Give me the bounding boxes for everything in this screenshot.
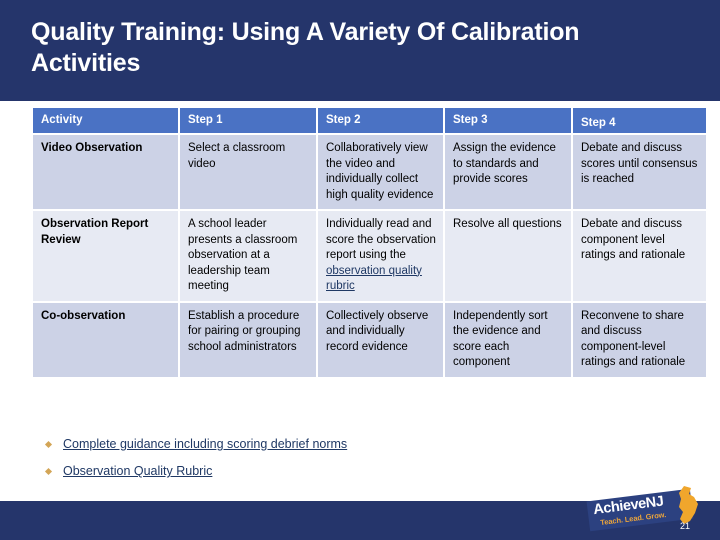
cell-activity-observation-report-review: Observation Report Review bbox=[33, 211, 180, 303]
column-header-step-2: Step 2 bbox=[318, 108, 445, 135]
list-item: Observation Quality Rubric bbox=[33, 463, 593, 479]
column-header-step-3: Step 3 bbox=[445, 108, 573, 135]
cell-row1-step2-text: Individually read and score the observat… bbox=[326, 218, 436, 261]
diamond-bullet-icon bbox=[44, 440, 53, 449]
column-header-activity: Activity bbox=[33, 108, 180, 135]
table-row: Co-observation Establish a procedure for… bbox=[33, 302, 706, 379]
cell-row2-step4: Reconvene to share and discuss component… bbox=[573, 302, 706, 379]
diamond-bullet-icon bbox=[44, 467, 53, 476]
cell-row2-step3: Independently sort the evidence and scor… bbox=[445, 302, 573, 379]
list-item: Complete guidance including scoring debr… bbox=[33, 436, 593, 452]
table-row: Observation Report Review A school leade… bbox=[33, 211, 706, 303]
cell-row0-step4: Debate and discuss scores until consensu… bbox=[573, 135, 706, 211]
observation-quality-rubric-bullet-link[interactable]: Observation Quality Rubric bbox=[63, 464, 212, 478]
cell-row1-step4: Debate and discuss component level ratin… bbox=[573, 211, 706, 303]
cell-activity-co-observation: Co-observation bbox=[33, 302, 180, 379]
cell-activity-video-observation: Video Observation bbox=[33, 135, 180, 211]
achievenj-logo: AchieveNJ Teach. Lead. Grow. 21 bbox=[586, 485, 706, 533]
cell-row1-step1: A school leader presents a classroom obs… bbox=[180, 211, 318, 303]
page-title: Quality Training: Using A Variety Of Cal… bbox=[31, 18, 580, 77]
observation-quality-rubric-link[interactable]: observation quality rubric bbox=[326, 265, 422, 293]
slide-number: 21 bbox=[680, 521, 691, 531]
cell-row0-step3: Assign the evidence to standards and pro… bbox=[445, 135, 573, 211]
cell-row0-step1: Select a classroom video bbox=[180, 135, 318, 211]
calibration-activities-table: Activity Step 1 Step 2 Step 3 Step 4 Vid… bbox=[33, 108, 706, 379]
cell-row1-step2: Individually read and score the observat… bbox=[318, 211, 445, 303]
title-banner: Quality Training: Using A Variety Of Cal… bbox=[0, 0, 720, 101]
cell-row2-step2: Collectively observe and individually re… bbox=[318, 302, 445, 379]
complete-guidance-link[interactable]: Complete guidance including scoring debr… bbox=[63, 437, 347, 451]
column-header-step-1: Step 1 bbox=[180, 108, 318, 135]
table-row: Video Observation Select a classroom vid… bbox=[33, 135, 706, 211]
table-header-row: Activity Step 1 Step 2 Step 3 Step 4 bbox=[33, 108, 706, 135]
cell-row1-step3: Resolve all questions bbox=[445, 211, 573, 303]
cell-row2-step1: Establish a procedure for pairing or gro… bbox=[180, 302, 318, 379]
cell-row0-step2: Collaboratively view the video and indiv… bbox=[318, 135, 445, 211]
resource-links-list: Complete guidance including scoring debr… bbox=[33, 436, 593, 490]
column-header-step-4: Step 4 bbox=[573, 108, 706, 135]
